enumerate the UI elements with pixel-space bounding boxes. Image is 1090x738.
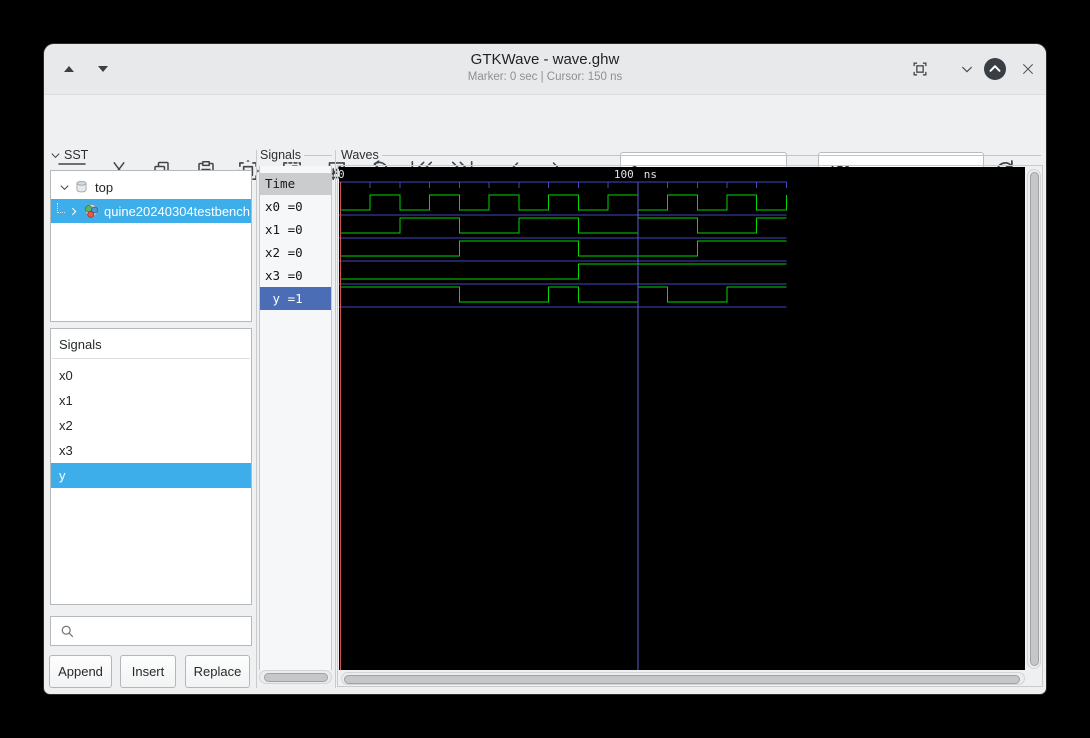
expander-down-icon bbox=[51, 152, 60, 158]
signal-names-panel: Time x0 =0 x1 =0 x2 =0 x3 =0 y =1 bbox=[259, 166, 332, 670]
names-frame-label: Signals bbox=[260, 148, 332, 162]
pane-divider[interactable] bbox=[256, 150, 257, 688]
titlebar[interactable]: GTKWave - wave.ghw Marker: 0 sec | Curso… bbox=[44, 44, 1046, 95]
boost-button[interactable] bbox=[982, 56, 1008, 82]
append-button[interactable]: Append bbox=[49, 655, 112, 688]
insert-button[interactable]: Insert bbox=[120, 655, 176, 688]
tree-connector bbox=[57, 203, 65, 213]
signal-list-box: Signals x0 x1 x2 x3 y bbox=[50, 328, 252, 605]
frame-line bbox=[304, 154, 332, 156]
svg-text:0: 0 bbox=[339, 168, 345, 181]
pane-divider[interactable] bbox=[335, 150, 336, 688]
sst-header[interactable]: SST bbox=[50, 148, 88, 162]
name-row-x2[interactable]: x2 =0 bbox=[260, 241, 331, 264]
tree-item-testbench[interactable]: quine20240304testbench bbox=[51, 199, 251, 223]
waves-vscrollbar[interactable] bbox=[1027, 169, 1041, 669]
screen-background: GTKWave - wave.ghw Marker: 0 sec | Curso… bbox=[0, 0, 1090, 738]
waves-hscrollbar-thumb[interactable] bbox=[344, 674, 1020, 684]
svg-text:ns: ns bbox=[644, 168, 657, 181]
signal-search-field[interactable] bbox=[50, 616, 252, 646]
waveform-plot: 0 100 ns bbox=[339, 168, 787, 670]
name-row-x0[interactable]: x0 =0 bbox=[260, 195, 331, 218]
frame-line bbox=[381, 154, 1041, 156]
expander-down-icon bbox=[60, 184, 69, 190]
signal-list-title: Signals bbox=[59, 337, 102, 352]
search-icon bbox=[61, 625, 74, 637]
signal-list-item-x1[interactable]: x1 bbox=[51, 388, 251, 413]
tree-item-label: quine20240304testbench bbox=[104, 203, 251, 219]
signal-list-item-x0[interactable]: x0 bbox=[51, 363, 251, 388]
name-row-x3[interactable]: x3 =0 bbox=[260, 264, 331, 287]
chevron-up-circle-icon bbox=[984, 58, 1006, 80]
waves-frame-text: Waves bbox=[341, 148, 379, 162]
expander-right-icon bbox=[71, 207, 77, 215]
signal-list-item-y[interactable]: y bbox=[51, 463, 251, 488]
signal-list-item-x2[interactable]: x2 bbox=[51, 413, 251, 438]
name-row-x1[interactable]: x1 =0 bbox=[260, 218, 331, 241]
names-hscrollbar-thumb[interactable] bbox=[264, 673, 328, 682]
time-header[interactable]: Time bbox=[260, 173, 331, 195]
sst-header-label: SST bbox=[64, 148, 89, 162]
waves-vscrollbar-thumb[interactable] bbox=[1030, 172, 1039, 666]
close-icon bbox=[1022, 63, 1034, 75]
marker-cursor-status: Marker: 0 sec | Cursor: 150 ns bbox=[467, 71, 623, 83]
menu-expand-button[interactable] bbox=[954, 56, 980, 82]
tree-item-top[interactable]: top bbox=[51, 175, 251, 199]
fullscreen-button[interactable] bbox=[907, 56, 933, 82]
close-button[interactable] bbox=[1015, 56, 1041, 82]
gtkwave-window: GTKWave - wave.ghw Marker: 0 sec | Curso… bbox=[44, 44, 1046, 694]
fullscreen-icon bbox=[913, 62, 927, 76]
names-frame-text: Signals bbox=[260, 148, 301, 162]
waves-frame-label: Waves bbox=[341, 148, 1041, 162]
divider bbox=[52, 358, 250, 359]
waves-hscrollbar[interactable] bbox=[341, 672, 1025, 685]
signal-list-item-x3[interactable]: x3 bbox=[51, 438, 251, 463]
module-icon bbox=[85, 203, 98, 218]
toolbar: From: To: bbox=[44, 94, 1046, 188]
sst-tree: top quine20240304testbench bbox=[50, 170, 252, 322]
wave-canvas[interactable]: 0 100 ns bbox=[339, 167, 1025, 670]
window-title: GTKWave - wave.ghw bbox=[470, 51, 620, 68]
database-icon bbox=[76, 180, 87, 193]
chevron-down-icon bbox=[961, 66, 973, 73]
svg-text:100: 100 bbox=[614, 168, 634, 181]
replace-button[interactable]: Replace bbox=[185, 655, 250, 688]
tree-item-label: top bbox=[95, 179, 114, 195]
name-row-y[interactable]: y =1 bbox=[260, 287, 331, 310]
names-hscrollbar[interactable] bbox=[259, 670, 332, 684]
